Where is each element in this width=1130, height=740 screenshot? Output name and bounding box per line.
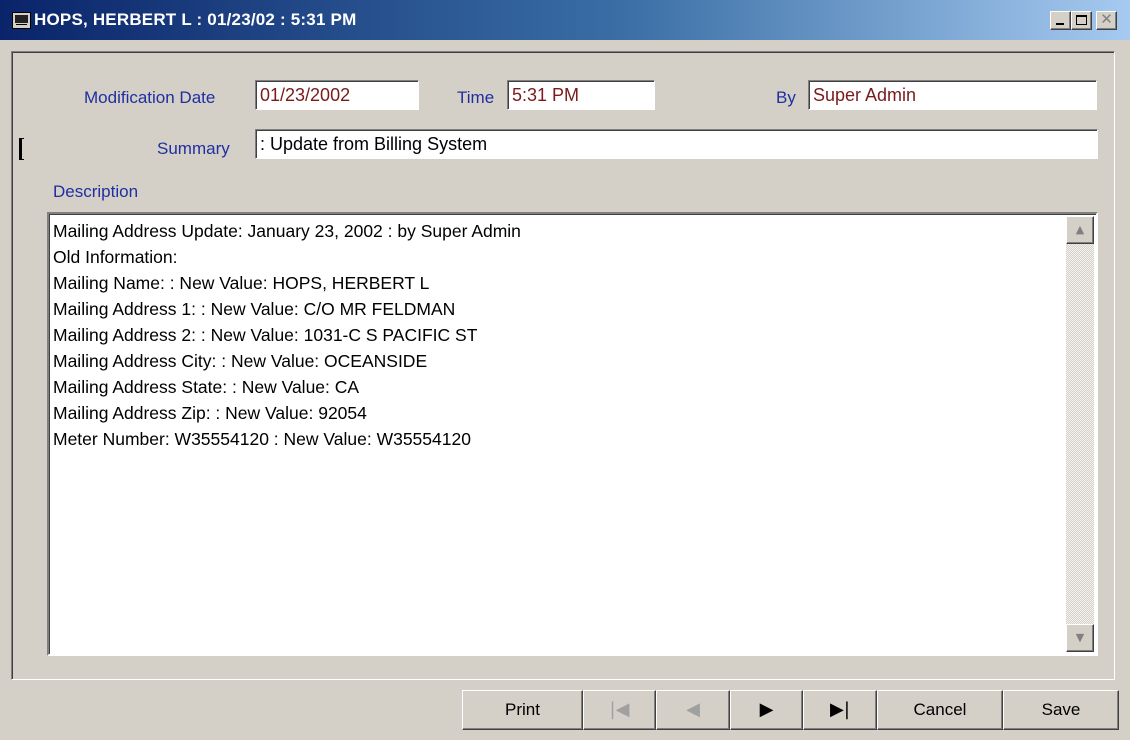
by-label: By [776,88,796,107]
scroll-up-button[interactable]: ▲ [1066,216,1094,244]
previous-record-icon: ◀ [686,699,700,720]
description-line: Mailing Address 1: : New Value: C/O MR F… [53,299,456,319]
description-line: Mailing Address Update: January 23, 2002… [53,221,521,241]
summary-label: Summary [157,139,230,158]
next-record-button[interactable]: ▶ [730,690,803,730]
description-line: Mailing Address Zip: : New Value: 92054 [53,403,367,423]
window-title: HOPS, HERBERT L : 01/23/02 : 5:31 PM [34,10,357,29]
scroll-down-button[interactable]: ▼ [1066,624,1094,652]
first-record-button[interactable]: |◀ [583,690,656,730]
next-record-icon: ▶ [759,699,774,720]
description-line: Mailing Address State: : New Value: CA [53,377,360,397]
last-record-button[interactable]: ▶| [803,690,877,730]
minimize-button[interactable] [1050,11,1071,30]
description-line: Meter Number: W35554120 : New Value: W35… [53,429,471,449]
description-text: Mailing Address Update: January 23, 2002… [53,218,1062,452]
close-icon: ✕ [1100,10,1113,28]
modification-date-field[interactable]: 01/23/2002 [255,80,419,110]
description-line: Mailing Name: : New Value: HOPS, HERBERT… [53,273,430,293]
by-field[interactable]: Super Admin [808,80,1097,110]
vertical-scrollbar[interactable]: ▲ ▼ [1066,216,1094,652]
description-textarea[interactable]: Mailing Address Update: January 23, 2002… [47,212,1098,656]
close-button[interactable]: ✕ [1096,11,1117,30]
title-bar[interactable]: HOPS, HERBERT L : 01/23/02 : 5:31 PM ✕ [0,0,1130,40]
save-button[interactable]: Save [1003,690,1119,730]
print-button[interactable]: Print [462,690,583,730]
minimize-icon [1056,23,1064,25]
time-field[interactable]: 5:31 PM [507,80,655,110]
description-label: Description [53,182,139,201]
record-marker [19,138,24,160]
chevron-down-icon: ▼ [1075,631,1085,644]
chevron-up-icon: ▲ [1075,223,1085,236]
previous-record-button[interactable]: ◀ [656,690,730,730]
time-label: Time [457,88,495,107]
description-line: Old Information: [53,247,178,267]
summary-field[interactable]: : Update from Billing System [255,129,1098,159]
modification-date-label: Modification Date [84,88,216,107]
description-line: Mailing Address City: : New Value: OCEAN… [53,351,428,371]
last-record-icon: ▶| [830,699,850,720]
cancel-button[interactable]: Cancel [877,690,1003,730]
maximize-button[interactable] [1071,11,1092,30]
first-record-icon: |◀ [609,699,630,720]
description-line: Mailing Address 2: : New Value: 1031-C S… [53,325,478,345]
app-icon[interactable] [12,12,31,29]
maximize-icon [1076,15,1087,25]
